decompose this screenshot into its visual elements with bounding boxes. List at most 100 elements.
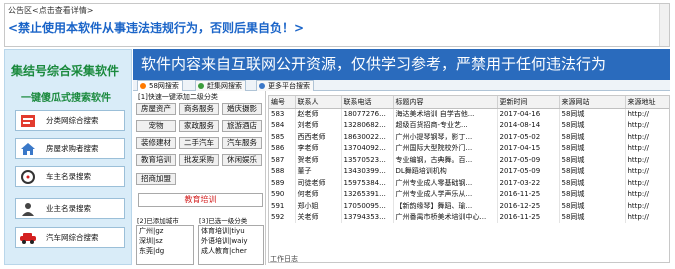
sidebar-item-label: 分类网综合搜索 [46, 116, 99, 125]
classified-search-button[interactable]: 分类网综合搜索 [15, 110, 125, 131]
car-icon [16, 228, 40, 247]
list-item[interactable]: 成人教育|cher [199, 246, 263, 256]
table-cell: 2017-05-02 [497, 131, 560, 143]
column-header[interactable]: 联系人 [295, 96, 342, 109]
city-list-header: [2]已添加城市 [137, 217, 179, 225]
table-cell: 18630022... [341, 131, 394, 143]
table-cell: 584 [269, 119, 296, 131]
category-button[interactable]: 房屋资产 [136, 103, 176, 115]
table-cell: http:// [625, 119, 669, 131]
category-button[interactable]: 教育培训 [136, 154, 176, 166]
list-item[interactable]: 广州|gz [137, 226, 193, 236]
table-cell: 李老师 [295, 142, 342, 154]
table-cell: 西西老师 [295, 131, 342, 143]
table-cell: 广州国际大型院校外门... [393, 142, 498, 154]
table-cell: 17050095... [341, 200, 394, 212]
table-cell: 58同城 [559, 131, 626, 143]
table-row[interactable]: 592 关老师 13794353... 广州番禺市桥美术培训中心... 2016-11-… [269, 211, 669, 223]
category-button[interactable]: 宠物 [136, 120, 176, 132]
table-cell: 海达美术培训 自学吉他... [393, 108, 498, 120]
selected-category-field[interactable]: 教育培训 [138, 193, 263, 207]
category-button[interactable]: 二手汽车 [179, 137, 219, 149]
table-cell: 广州专业成人学声乐从... [393, 188, 498, 200]
table-cell: 58同城 [559, 200, 626, 212]
table-row[interactable]: 586 李老师 13704092... 广州国际大型院校外门... 2017-04-15… [269, 142, 669, 154]
table-cell: 13570523... [341, 154, 394, 166]
table-cell: 58同城 [559, 108, 626, 120]
sidebar-item-label: 业主名录搜索 [46, 204, 91, 213]
column-header[interactable]: 来源网站 [559, 96, 626, 109]
list-item[interactable]: 体育培训|tiyu [199, 226, 263, 236]
category-button[interactable]: 家政服务 [179, 120, 219, 132]
tab-58[interactable]: 58网搜索 [137, 80, 183, 91]
city-list[interactable]: 广州|gz 深圳|sz 东莞|dg [136, 225, 194, 265]
column-header[interactable]: 标题内容 [393, 96, 498, 109]
tab-label: 58网搜索 [149, 82, 179, 90]
owner-search-button[interactable]: 业主名录搜索 [15, 198, 125, 219]
list-item[interactable]: 深圳|sz [137, 236, 193, 246]
results-table[interactable]: 编号 联系人 联系电话 标题内容 更新时间 来源网站 来源地址 583 赵老师 18077276… [268, 95, 670, 263]
more-platforms-icon [259, 83, 265, 89]
app-title: 集结号综合采集软件 [11, 64, 120, 78]
column-header[interactable]: 编号 [269, 96, 296, 109]
table-row[interactable]: 587 贺老师 13570523... 专业编钢，古典舞。百... 2017-05-09… [269, 154, 669, 166]
table-cell: DL舞蹈培训机构 [393, 165, 498, 177]
column-header[interactable]: 联系电话 [341, 96, 394, 109]
table-cell: 2017-05-09 [497, 154, 560, 166]
category-button[interactable]: 招商加盟 [136, 173, 176, 185]
table-cell: 18077276... [341, 108, 394, 120]
table-row[interactable]: 590 何老师 13265391... 广州专业成人学声乐从... 2016-11-25… [269, 188, 669, 200]
tab-more-platforms[interactable]: 更多平台搜索 [256, 80, 314, 91]
notice-scrollbar[interactable] [659, 4, 669, 46]
car-owner-icon [16, 167, 40, 186]
table-cell: http:// [625, 200, 669, 212]
category-button[interactable]: 装修建材 [136, 137, 176, 149]
table-cell: http:// [625, 177, 669, 189]
list-item[interactable]: 东莞|dg [137, 246, 193, 256]
table-cell: 广州番禺市桥美术培训中心... [393, 211, 498, 223]
table-cell: 589 [269, 177, 296, 189]
table-cell: 13280682... [341, 119, 394, 131]
table-row[interactable]: 589 司徒老师 15975384... 广州专业成人零基础钢... 2017-03-2… [269, 177, 669, 189]
table-row[interactable]: 583 赵老师 18077276... 海达美术培训 自学吉他... 2017-04-1… [269, 108, 669, 120]
table-cell: 2014-08-14 [497, 119, 560, 131]
sidebar-item-label: 房屋求购者搜索 [46, 144, 99, 153]
notice-panel: 公告区<点击查看详情> <禁止使用本软件从事违法违规行为，否则后果自负！> [4, 3, 670, 47]
car-site-search-button[interactable]: 汽车网综合搜索 [15, 227, 125, 248]
classified-icon [16, 111, 40, 130]
table-cell: 588 [269, 165, 296, 177]
subcategory-list[interactable]: 体育培训|tiyu 外语培训|waiy 成人教育|cher [198, 225, 264, 265]
table-cell: http:// [625, 108, 669, 120]
notice-label[interactable]: 公告区<点击查看详情> [8, 5, 93, 16]
table-cell: 广州专业成人零基础钢... [393, 177, 498, 189]
table-row[interactable]: 588 董子 13430399... DL舞蹈培训机构 2017-05-09 58同城 ht… [269, 165, 669, 177]
table-cell: 592 [269, 211, 296, 223]
category-button[interactable]: 批发采购 [179, 154, 219, 166]
column-header[interactable]: 更新时间 [497, 96, 560, 109]
table-cell: 58同城 [559, 119, 626, 131]
category-button[interactable]: 婚庆摄影 [222, 103, 262, 115]
table-cell: 13265391... [341, 188, 394, 200]
table-cell: 13704092... [341, 142, 394, 154]
category-button[interactable]: 休闲娱乐 [222, 154, 262, 166]
category-button[interactable]: 旅游酒店 [222, 120, 262, 132]
table-row[interactable]: 591 郑小姐 17050095... 【新韵缘琴】舞蹈、瑜... 2016-12-25… [269, 200, 669, 212]
list-item[interactable]: 外语培训|waiy [199, 236, 263, 246]
house-buyer-search-button[interactable]: 房屋求购者搜索 [15, 138, 125, 159]
table-cell: 广州小提琴钢琴，影丁... [393, 131, 498, 143]
table-row[interactable]: 585 西西老师 18630022... 广州小提琴钢琴，影丁... 2017-05-0… [269, 131, 669, 143]
table-cell: 15975384... [341, 177, 394, 189]
category-button[interactable]: 汽车服务 [222, 137, 262, 149]
table-cell: 585 [269, 131, 296, 143]
table-row[interactable]: 584 刘老师 13280682... 超级百货招商-专业艺... 2014-08-14… [269, 119, 669, 131]
table-cell: 591 [269, 200, 296, 212]
category-panel: [1]快速一键添加二级分类 房屋资产 商务服务 婚庆摄影 宠物 家政服务 旅游酒… [133, 91, 266, 265]
category-button[interactable]: 商务服务 [179, 103, 219, 115]
table-cell: 郑小姐 [295, 200, 342, 212]
car-owner-search-button[interactable]: 车主名录搜索 [15, 166, 125, 187]
owner-icon [16, 199, 40, 218]
tab-ganji[interactable]: 赶集网搜索 [195, 80, 246, 91]
table-cell: 赵老师 [295, 108, 342, 120]
table-cell: 13430399... [341, 165, 394, 177]
column-header[interactable]: 来源地址 [625, 96, 669, 109]
